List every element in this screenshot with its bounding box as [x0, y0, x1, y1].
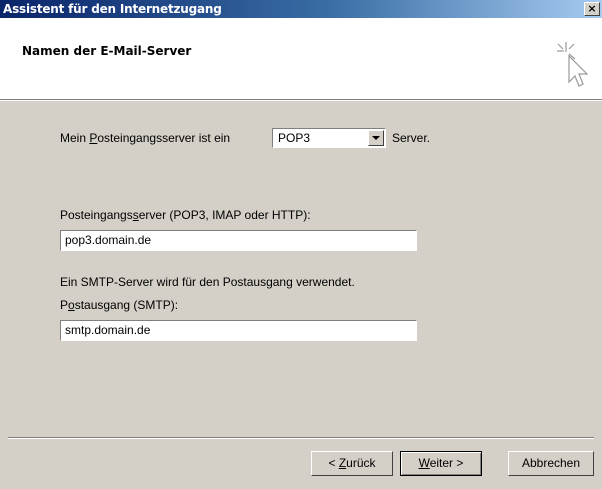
chevron-down-icon[interactable] — [368, 130, 384, 146]
close-button[interactable]: × — [584, 2, 600, 16]
wizard-header: Namen der E-Mail-Server — [0, 18, 602, 100]
incoming-server-type-value: POP3 — [278, 131, 311, 145]
smtp-info-text: Ein SMTP-Server wird für den Postausgang… — [60, 275, 355, 289]
window-title: Assistent für den Internetzugang — [3, 2, 222, 16]
outgoing-server-label: Postausgang (SMTP): — [60, 298, 179, 312]
cancel-button[interactable]: Abbrechen — [508, 451, 594, 476]
incoming-server-label: Posteingangsserver (POP3, IMAP oder HTTP… — [60, 208, 311, 222]
wizard-window: Assistent für den Internetzugang × Namen… — [0, 0, 602, 489]
server-suffix-label: Server. — [392, 131, 431, 145]
incoming-server-field[interactable]: pop3.domain.de — [60, 230, 417, 251]
outgoing-server-field[interactable]: smtp.domain.de — [60, 320, 417, 341]
close-icon: × — [587, 2, 597, 15]
header-separator — [0, 100, 602, 101]
page-title: Namen der E-Mail-Server — [22, 44, 192, 58]
incoming-server-type-select[interactable]: POP3 — [272, 128, 386, 148]
incoming-type-label: Mein Posteingangsserver ist ein — [60, 131, 231, 145]
next-button[interactable]: Weiter > — [400, 451, 482, 476]
title-bar[interactable]: Assistent für den Internetzugang × — [0, 0, 602, 18]
footer-divider — [8, 437, 594, 439]
wizard-cursor-icon — [557, 42, 589, 87]
back-button[interactable]: < Zurück — [311, 451, 393, 476]
